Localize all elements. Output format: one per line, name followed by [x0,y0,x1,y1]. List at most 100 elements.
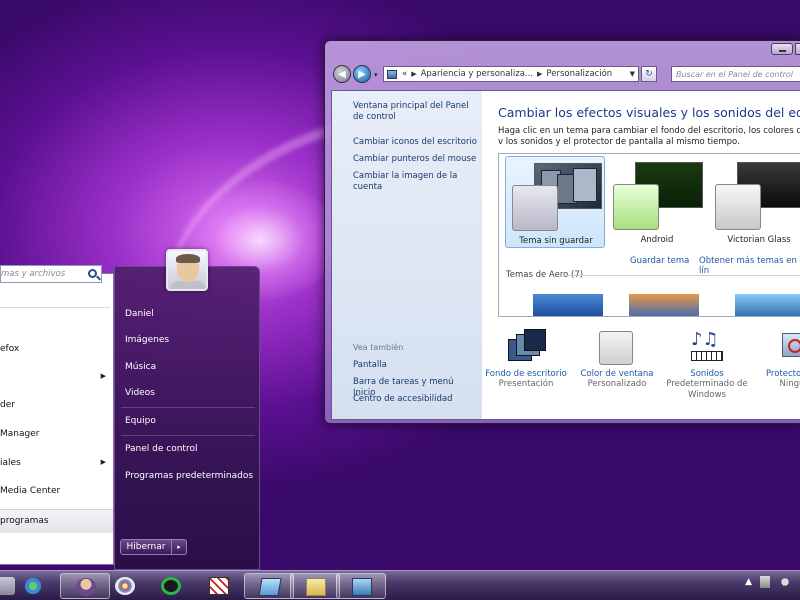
address-bar[interactable]: « ▶ Apariencia y personaliza... ▶ Person… [383,66,639,82]
program-label: Manager [0,429,40,439]
screensaver-icon [772,329,800,365]
search-input[interactable]: Buscar en el Panel de control [671,66,800,82]
breadcrumb-item[interactable]: Personalización [546,69,612,79]
control-panel-icon [352,578,372,596]
minimize-button[interactable] [771,43,793,55]
user-icon [76,578,96,596]
breadcrumb-prefix[interactable]: « [402,69,407,79]
option-label: Protector de [765,369,800,379]
theme-unsaved[interactable]: Tema sin guardar [505,156,605,248]
aero-theme-thumbnail[interactable] [735,294,800,316]
spotify-icon [161,577,181,595]
window-preview [613,184,659,230]
more-themes-link[interactable]: Obtener más temas en lín [699,256,800,276]
chevron-right-icon: ▶ [411,70,417,78]
network-icon[interactable] [760,576,770,588]
control-panel-window: ◀ ▶ ▾ « ▶ Apariencia y personaliza... ▶ … [324,40,800,424]
sounds-option[interactable]: ♪♫ Sonidos Predeterminado de Windows [659,329,755,401]
aero-theme-thumbnail[interactable] [629,294,699,316]
chevron-right-icon: ▶ [537,70,543,78]
task-pane: Ventana principal del Panel de control C… [332,91,482,419]
option-value: Ningu [779,379,800,389]
paint-icon [115,577,135,595]
breadcrumb-item[interactable]: Apariencia y personaliza... [421,69,533,79]
explorer-icon [306,578,326,596]
program-label: iales [0,458,21,468]
avatar[interactable] [166,249,208,291]
taskbar-app[interactable] [336,573,386,599]
program-item[interactable]: Manager [0,429,113,439]
taskbar-app[interactable] [146,573,196,599]
divider [561,275,800,276]
window-color-icon [597,329,637,365]
window-color-option[interactable]: Color de ventana Personalizado [569,329,665,390]
program-label: Media Center [0,486,61,496]
taskbar-app[interactable] [290,573,340,599]
control-panel-icon [387,69,397,79]
shutdown-options-button[interactable]: ▸ [172,539,187,555]
chevron-down-icon[interactable]: ▼ [630,70,635,78]
link-display[interactable]: Pantalla [353,360,477,371]
desktop-background-option[interactable]: Fondo de escritorio Presentación [478,329,574,390]
wallpaper-icon [506,329,546,365]
taskbar-app[interactable] [8,573,58,599]
theme-list: Tema sin guardar Android Victorian Glass… [498,153,800,317]
chevron-right-icon: ▸ [177,543,181,551]
place-music[interactable]: Música [125,362,156,372]
start-menu-programs: efox ▶ der Manager iales ▶ Media Center p… [0,273,114,565]
back-button[interactable]: ◀ [333,65,351,83]
divider [121,435,255,436]
page-title: Cambiar los efectos visuales y los sonid… [498,105,800,120]
theme-name: Android [640,235,674,245]
app-icon [209,577,229,595]
chevron-right-icon: ▶ [100,372,106,380]
option-value: Personalizado [587,379,647,389]
program-item[interactable]: efox [0,344,113,354]
taskbar-app[interactable] [100,573,150,599]
navigation-bar: ◀ ▶ ▾ « ▶ Apariencia y personaliza... ▶ … [331,65,800,85]
place-pictures[interactable]: Imágenes [125,335,169,345]
maximize-button[interactable] [795,43,800,55]
divider [121,407,255,408]
search-icon[interactable] [88,269,97,278]
forward-button[interactable]: ▶ [353,65,371,83]
place-videos[interactable]: Videos [125,388,155,398]
program-label: efox [0,344,20,354]
taskbar-app[interactable] [244,573,294,599]
link-desktop-icons[interactable]: Cambiar iconos del escritorio [353,137,477,148]
divider [0,307,110,308]
place-default-programs[interactable]: Programas predeterminados [125,471,253,481]
program-item[interactable]: iales ▶ [0,458,113,468]
window-preview [715,184,761,230]
place-control-panel[interactable]: Panel de control [125,444,197,454]
start-search-input[interactable]: mas y archivos [0,265,102,283]
program-item[interactable]: der [0,400,113,410]
recent-pages-dropdown[interactable]: ▾ [374,71,378,79]
taskbar-app[interactable] [194,573,244,599]
place-computer[interactable]: Equipo [125,416,156,426]
link-accessibility[interactable]: Centro de accesibilidad [353,394,477,405]
main-content: Cambiar los efectos visuales y los sonid… [482,91,800,419]
refresh-button[interactable]: ↻ [641,66,657,82]
link-account-picture[interactable]: Cambiar la imagen de la cuenta [353,171,477,193]
option-value: Presentación [498,379,554,389]
option-label: Fondo de escritorio [485,369,567,379]
option-value: Predeterminado de Windows [666,379,748,400]
hibernate-button[interactable]: Hibernar [120,539,172,555]
option-label: Color de ventana [580,369,654,379]
save-theme-link[interactable]: Guardar tema [630,256,689,266]
window-body: Ventana principal del Panel de control C… [331,90,800,420]
link-mouse-pointers[interactable]: Cambiar punteros del mouse [353,154,477,165]
link-control-panel-home[interactable]: Ventana principal del Panel de control [353,101,477,123]
theme-android[interactable]: Android [607,156,707,248]
chevron-up-icon[interactable]: ▲ [745,577,752,587]
theme-victorian-glass[interactable]: Victorian Glass [709,156,800,248]
arrow-right-icon: ▶ [358,68,366,80]
aero-theme-thumbnail[interactable] [533,294,603,316]
volume-icon[interactable] [778,576,792,588]
screensaver-option[interactable]: Protector de Ningu [744,329,800,390]
all-programs-button[interactable]: programas [0,509,113,533]
program-item[interactable]: Media Center [0,486,113,496]
messenger-icon [23,577,43,595]
place-user[interactable]: Daniel [125,309,154,319]
